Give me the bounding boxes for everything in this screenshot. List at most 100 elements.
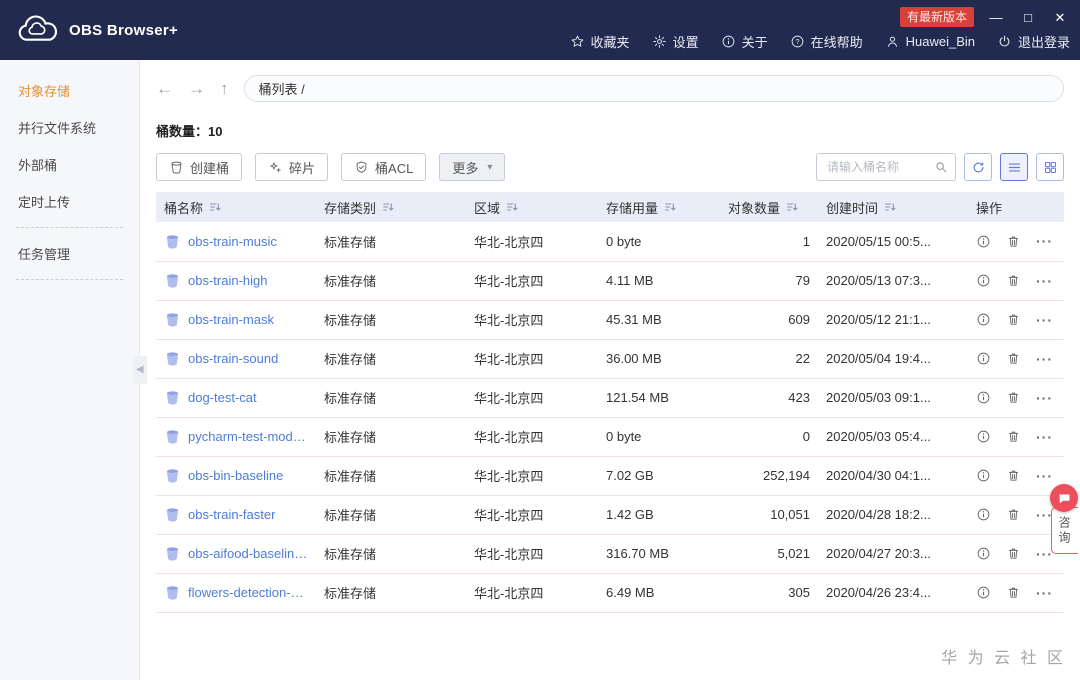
refresh-button[interactable] (964, 153, 992, 181)
cell-operations: ··· (968, 378, 1064, 418)
info-icon[interactable] (976, 390, 991, 405)
info-icon[interactable] (976, 507, 991, 522)
column-header-5[interactable]: 创建时间 (818, 192, 968, 222)
consult-widget[interactable]: 咨询 (1048, 484, 1080, 554)
titlebar-right: 有最新版本 — □ ✕ 收藏夹 设置 关于 ? 在线帮助 Huawei_Bin 退出登录 (570, 0, 1070, 60)
breadcrumb[interactable]: 桶列表 / (243, 75, 1064, 102)
table-row: obs-aifood-baseline-... 标准存储 华北-北京四 316.70 … (156, 534, 1064, 574)
bucket-name-link[interactable]: obs-train-high (188, 273, 268, 288)
obs-cloud-logo-icon (14, 15, 60, 45)
menu-item-logout[interactable]: 退出登录 (997, 32, 1070, 51)
info-icon[interactable] (976, 312, 991, 327)
sidebar-item-external-bucket[interactable]: 外部桶 (0, 146, 139, 183)
info-icon[interactable] (976, 234, 991, 249)
trash-icon[interactable] (1006, 390, 1021, 405)
cell-created-time: 2020/05/03 09:1... (818, 378, 968, 418)
trash-icon[interactable] (1006, 312, 1021, 327)
list-view-icon (1007, 160, 1022, 175)
search-icon[interactable] (934, 160, 948, 174)
info-icon[interactable] (976, 546, 991, 561)
more-actions-icon[interactable]: ··· (1036, 468, 1053, 484)
cell-region: 华北-北京四 (466, 417, 598, 457)
create-bucket-button[interactable]: 创建桶 (156, 153, 243, 181)
sidebar-item-object-storage[interactable]: 对象存储 (0, 72, 139, 109)
close-button[interactable]: ✕ (1050, 11, 1070, 24)
column-header-1[interactable]: 存储类别 (316, 192, 466, 222)
bucket-icon (164, 584, 181, 601)
back-button[interactable]: ← (156, 80, 173, 97)
more-button[interactable]: 更多 ▾ (439, 153, 506, 181)
menu-item-favorites[interactable]: 收藏夹 (570, 32, 630, 51)
more-actions-icon[interactable]: ··· (1036, 390, 1053, 406)
app-body: 对象存储 并行文件系统 外部桶 定时上传 任务管理 ← → ↑ 桶列表 / 桶数量：10… (0, 60, 1080, 680)
cell-usage: 0 byte (598, 417, 720, 457)
sidebar-item-task-management[interactable]: 任务管理 (0, 235, 139, 272)
bucket-name-link[interactable]: obs-train-mask (188, 312, 274, 327)
bucket-name-link[interactable]: flowers-detection-obs (188, 585, 308, 600)
bucket-name-link[interactable]: obs-train-music (188, 234, 277, 249)
sort-icon[interactable] (506, 201, 518, 213)
cell-created-time: 2020/05/13 07:3... (818, 261, 968, 301)
info-icon[interactable] (976, 468, 991, 483)
column-header-3[interactable]: 存储用量 (598, 192, 720, 222)
column-header-0[interactable]: 桶名称 (156, 192, 316, 222)
more-actions-icon[interactable]: ··· (1036, 585, 1053, 601)
sort-icon[interactable] (664, 201, 676, 213)
sidebar-collapse-handle[interactable]: ◀ (133, 356, 147, 384)
trash-icon[interactable] (1006, 468, 1021, 483)
sidebar-item-parallel-file-system[interactable]: 并行文件系统 (0, 109, 139, 146)
cell-storage-class: 标准存储 (316, 417, 466, 457)
bucket-acl-button[interactable]: 桶ACL (341, 153, 427, 181)
cell-created-time: 2020/04/28 18:2... (818, 495, 968, 535)
user-icon (885, 34, 900, 49)
info-icon[interactable] (976, 273, 991, 288)
fragments-button[interactable]: 碎片 (255, 153, 329, 181)
consult-bubble[interactable] (1050, 484, 1078, 512)
sort-icon[interactable] (884, 201, 896, 213)
more-actions-icon[interactable]: ··· (1036, 351, 1053, 367)
bucket-acl-label: 桶ACL (375, 160, 414, 176)
info-icon[interactable] (976, 585, 991, 600)
up-button[interactable]: ↑ (220, 80, 229, 97)
more-actions-icon[interactable]: ··· (1036, 233, 1053, 249)
column-header-6[interactable]: 操作 (968, 192, 1064, 222)
trash-icon[interactable] (1006, 351, 1021, 366)
cell-operations: ··· (968, 261, 1064, 301)
grid-view-button[interactable] (1036, 153, 1064, 181)
bucket-name-link[interactable]: obs-aifood-baseline-... (188, 546, 308, 561)
menu-item-about[interactable]: 关于 (721, 32, 768, 51)
info-icon[interactable] (976, 429, 991, 444)
trash-icon[interactable] (1006, 273, 1021, 288)
sort-icon[interactable] (786, 201, 798, 213)
bucket-name-link[interactable]: obs-bin-baseline (188, 468, 283, 483)
trash-icon[interactable] (1006, 585, 1021, 600)
bucket-name-link[interactable]: dog-test-cat (188, 390, 257, 405)
minimize-button[interactable]: — (986, 11, 1006, 24)
cell-storage-class: 标准存储 (316, 378, 466, 418)
column-header-4[interactable]: 对象数量 (720, 192, 818, 222)
trash-icon[interactable] (1006, 546, 1021, 561)
trash-icon[interactable] (1006, 507, 1021, 522)
bucket-name-link[interactable]: obs-train-faster (188, 507, 275, 522)
trash-icon[interactable] (1006, 429, 1021, 444)
consult-box[interactable]: 咨询 (1050, 507, 1078, 554)
trash-icon[interactable] (1006, 234, 1021, 249)
more-actions-icon[interactable]: ··· (1036, 312, 1053, 328)
menu-item-help[interactable]: ? 在线帮助 (790, 32, 863, 51)
update-badge[interactable]: 有最新版本 (899, 7, 974, 27)
menu-item-account[interactable]: Huawei_Bin (885, 34, 975, 49)
sort-icon[interactable] (209, 201, 221, 213)
list-view-button[interactable] (1000, 153, 1028, 181)
maximize-button[interactable]: □ (1018, 11, 1038, 24)
more-actions-icon[interactable]: ··· (1036, 273, 1053, 289)
sidebar-item-scheduled-upload[interactable]: 定时上传 (0, 183, 139, 220)
bucket-icon (164, 467, 181, 484)
sort-icon[interactable] (382, 201, 394, 213)
forward-button[interactable]: → (188, 80, 205, 97)
column-header-2[interactable]: 区域 (466, 192, 598, 222)
menu-item-settings[interactable]: 设置 (652, 32, 699, 51)
bucket-name-link[interactable]: pycharm-test-model... (188, 429, 308, 444)
bucket-name-link[interactable]: obs-train-sound (188, 351, 278, 366)
info-icon[interactable] (976, 351, 991, 366)
more-actions-icon[interactable]: ··· (1036, 429, 1053, 445)
